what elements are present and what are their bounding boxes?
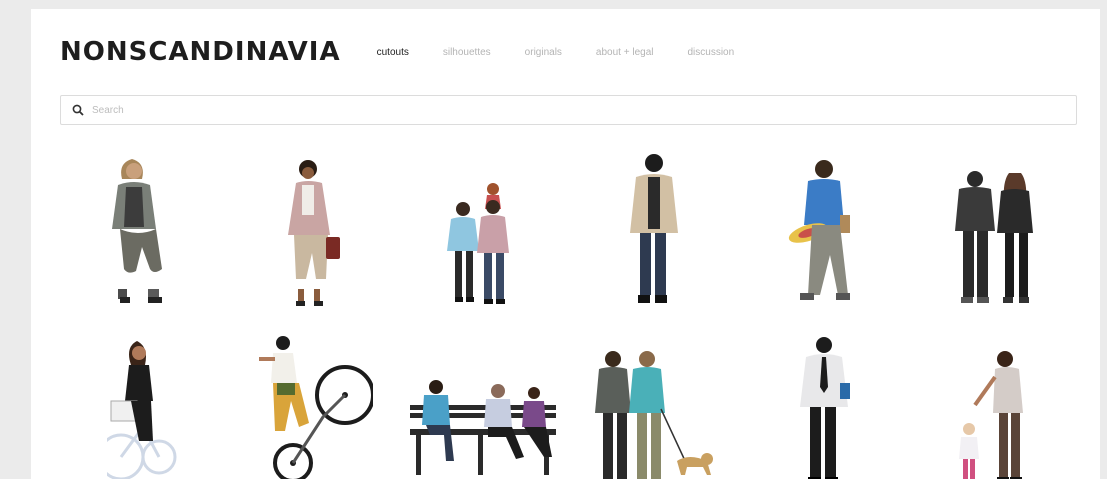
nav-originals[interactable]: originals [525,47,562,58]
cutout-thumbnail[interactable] [401,149,565,309]
search-icon [72,104,84,116]
nav-silhouettes[interactable]: silhouettes [443,47,491,58]
woman-on-bicycle-image [107,341,177,479]
cutout-thumbnail[interactable] [913,149,1077,309]
gallery-row [60,329,1077,479]
person-walking-long-hair-image [112,159,162,303]
cutout-thumbnail[interactable] [572,149,736,309]
cutout-thumbnail[interactable] [572,329,736,479]
woman-walking-with-bag-image [287,160,340,306]
family-with-child-image [447,183,510,304]
couple-walking-away-image [954,171,1033,303]
cutout-thumbnail[interactable] [401,329,565,479]
site-logo[interactable]: NONSCANDINAVIA [60,37,341,67]
cutout-thumbnail[interactable] [60,329,224,479]
cutout-thumbnail[interactable] [231,329,395,479]
header: NONSCANDINAVIA cutouts silhouettes origi… [60,37,768,67]
couple-with-dog-image [594,351,713,479]
gallery-row [60,149,1077,309]
main-nav: cutouts silhouettes originals about + le… [377,47,769,58]
people-on-bench-image [410,380,557,475]
nav-discussion[interactable]: discussion [687,47,734,58]
cutout-thumbnail[interactable] [231,149,395,309]
cutout-thumbnail[interactable] [60,149,224,309]
boy-with-skateboard-image [789,160,851,300]
search-bar[interactable] [60,95,1077,125]
man-bmx-wheelie-image [258,336,373,479]
man-in-tie-image [800,337,851,479]
nav-cutouts[interactable]: cutouts [377,47,409,58]
cutout-thumbnail[interactable] [742,149,906,309]
cutout-thumbnail[interactable] [913,329,1077,479]
cutout-gallery [60,149,1077,479]
page: NONSCANDINAVIA cutouts silhouettes origi… [31,9,1100,479]
man-walking-jacket-image [629,154,678,303]
woman-with-toddler-image [958,351,1023,479]
nav-about-legal[interactable]: about + legal [596,47,654,58]
cutout-thumbnail[interactable] [742,329,906,479]
search-input[interactable] [90,103,994,117]
